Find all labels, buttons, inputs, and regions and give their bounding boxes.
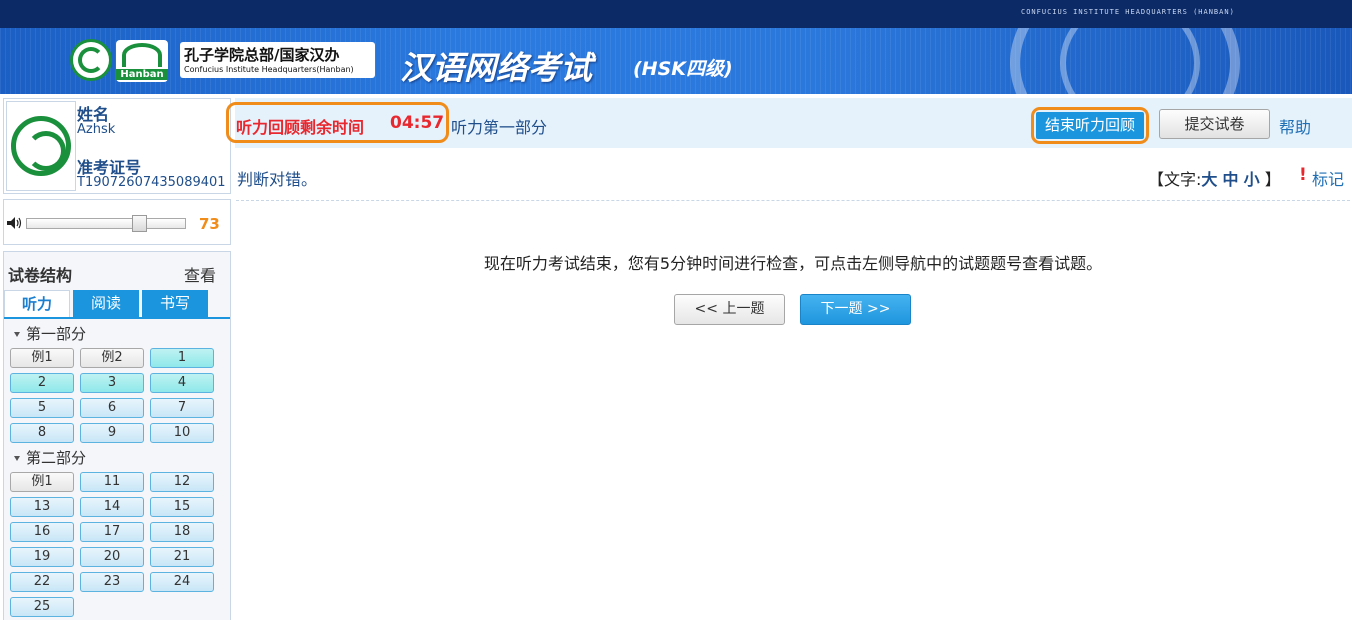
- name-value: Azhsk: [77, 122, 116, 137]
- question-nav-button[interactable]: 例1: [10, 472, 74, 492]
- help-link[interactable]: 帮助: [1279, 114, 1311, 138]
- question-nav-button[interactable]: 22: [10, 572, 74, 592]
- font-small-button[interactable]: 小: [1244, 170, 1260, 189]
- question-nav-button[interactable]: 例2: [80, 348, 144, 368]
- submit-exam-button[interactable]: 提交试卷: [1159, 109, 1270, 139]
- confucius-institute-logo: [70, 39, 112, 81]
- question-nav-button[interactable]: 24: [150, 572, 214, 592]
- question-nav-button[interactable]: 8: [10, 423, 74, 443]
- next-question-button[interactable]: 下一题 >>: [800, 294, 911, 325]
- question-nav-button[interactable]: 12: [150, 472, 214, 492]
- hanban-logo: Hanban: [116, 40, 168, 82]
- divider: [236, 200, 1350, 201]
- tab-reading[interactable]: 阅读: [73, 290, 139, 317]
- question-nav-button[interactable]: 16: [10, 522, 74, 542]
- question-nav-button[interactable]: 1: [150, 348, 214, 368]
- prev-question-button[interactable]: << 上一题: [674, 294, 785, 325]
- question-nav-button[interactable]: 6: [80, 398, 144, 418]
- part-title: 听力第一部分: [451, 118, 548, 137]
- volume-control: 73: [3, 199, 231, 245]
- timer-value: 04:57: [390, 113, 445, 133]
- question-nav-button[interactable]: 20: [80, 547, 144, 567]
- question-nav-button[interactable]: 17: [80, 522, 144, 542]
- question-nav-button[interactable]: 18: [150, 522, 214, 542]
- question-nav-button[interactable]: 25: [10, 597, 74, 617]
- question-instruction: 判断对错。: [237, 170, 318, 189]
- tab-writing[interactable]: 书写: [142, 290, 208, 317]
- question-nav-button[interactable]: 23: [80, 572, 144, 592]
- tab-listening[interactable]: 听力: [4, 290, 70, 317]
- exam-title: 汉语网络考试: [400, 49, 593, 87]
- question-nav-button[interactable]: 21: [150, 547, 214, 567]
- review-message: 现在听力考试结束，您有5分钟时间进行检查，可点击左侧导航中的试题题号查看试题。: [483, 254, 1103, 273]
- avatar: [6, 101, 76, 191]
- structure-view-link[interactable]: 查看: [184, 262, 216, 286]
- volume-value: 73: [199, 215, 220, 233]
- question-nav-button[interactable]: 15: [150, 497, 214, 517]
- volume-slider-handle[interactable]: [132, 215, 147, 232]
- collapse-triangle-icon: [14, 456, 20, 461]
- question-nav-button[interactable]: 10: [150, 423, 214, 443]
- question-nav-button[interactable]: 14: [80, 497, 144, 517]
- emblem-icon: [11, 116, 71, 176]
- exam-level: (HSK四级): [633, 58, 733, 80]
- banner-globe-decoration: [1060, 28, 1200, 94]
- mark-icon: !: [1299, 165, 1307, 185]
- timer-label: 听力回顾剩余时间: [236, 118, 365, 137]
- question-nav-button[interactable]: 7: [150, 398, 214, 418]
- section-title[interactable]: 第一部分: [14, 323, 86, 344]
- font-large-button[interactable]: 大: [1201, 170, 1217, 189]
- question-nav-button[interactable]: 19: [10, 547, 74, 567]
- question-nav-button[interactable]: 11: [80, 472, 144, 492]
- volume-slider-track[interactable]: [26, 218, 186, 229]
- font-medium-button[interactable]: 中: [1223, 170, 1239, 189]
- question-nav-button[interactable]: 4: [150, 373, 214, 393]
- question-nav-button[interactable]: 9: [80, 423, 144, 443]
- structure-title: 试卷结构: [8, 266, 73, 285]
- org-name-caps: CONFUCIUS INSTITUTE HEADQUARTERS (HANBAN…: [1021, 8, 1235, 16]
- end-listening-review-button[interactable]: 结束听力回顾: [1036, 112, 1144, 139]
- question-nav-button[interactable]: 3: [80, 373, 144, 393]
- collapse-triangle-icon: [14, 332, 20, 337]
- exam-structure-panel: 试卷结构 查看 听力 阅读 书写 第一部分 例1 例2 1 2 3 4 5 6 7 8 9 10 第二部分…: [3, 251, 231, 620]
- speaker-icon: [7, 217, 22, 229]
- question-nav-button[interactable]: 2: [10, 373, 74, 393]
- mark-link[interactable]: 标记: [1312, 166, 1344, 190]
- question-nav-button[interactable]: 例1: [10, 348, 74, 368]
- candidate-profile: 姓名 Azhsk 准考证号 T19072607435089401: [3, 98, 231, 194]
- candidate-id-value: T19072607435089401: [77, 175, 226, 190]
- tab-underline: [4, 317, 230, 319]
- font-size-control: 【文字:大 中 小 】: [1148, 170, 1281, 189]
- question-nav-button[interactable]: 13: [10, 497, 74, 517]
- question-nav-button[interactable]: 5: [10, 398, 74, 418]
- section-title[interactable]: 第二部分: [14, 447, 86, 468]
- institute-name-logo: 孔子学院总部/国家汉办 Confucius Institute Headquar…: [180, 42, 375, 78]
- top-bar: CONFUCIUS INSTITUTE HEADQUARTERS (HANBAN…: [0, 0, 1352, 28]
